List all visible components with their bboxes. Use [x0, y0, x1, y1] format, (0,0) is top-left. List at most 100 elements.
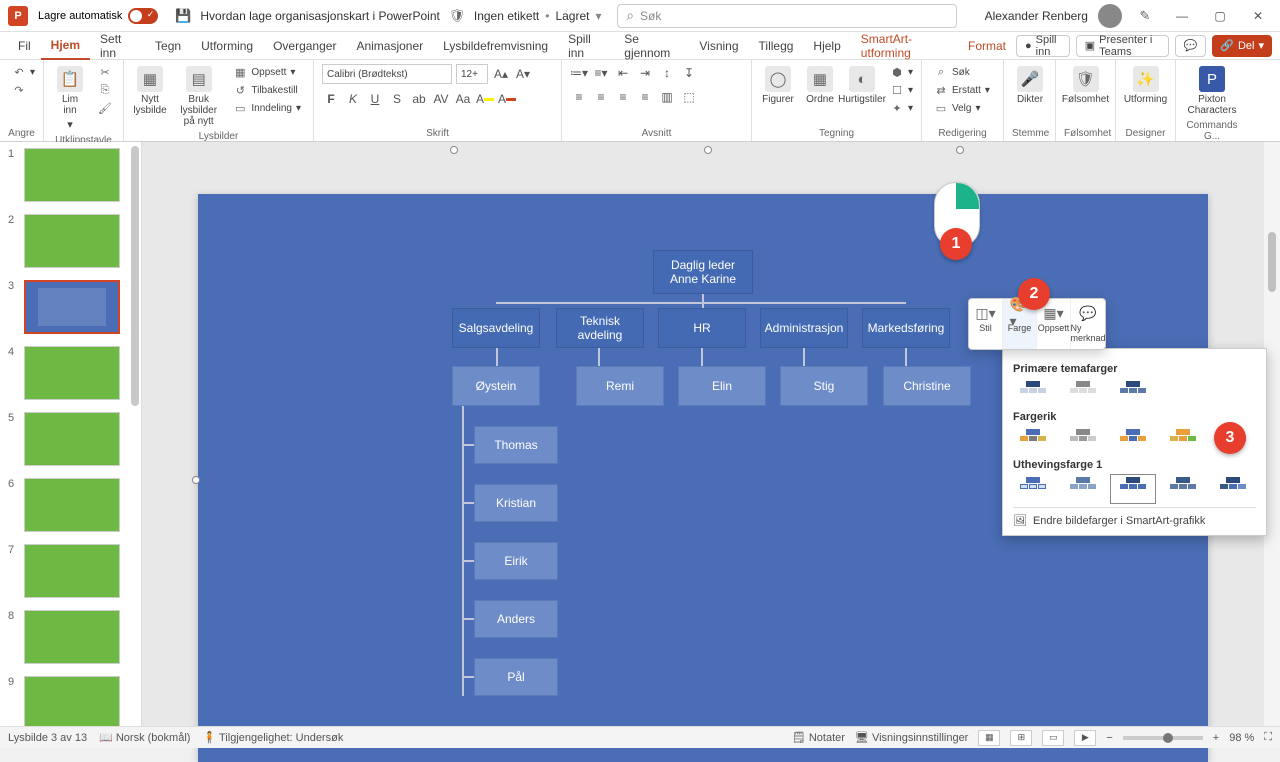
undo-button[interactable]: ↶▾ — [8, 64, 39, 80]
slide-thumb-3[interactable]: 3 — [0, 274, 141, 340]
selection-handle[interactable] — [704, 146, 712, 154]
case-button[interactable]: Aa — [454, 90, 472, 108]
org-node-p1[interactable]: Øystein — [452, 366, 540, 406]
mini-comment-button[interactable]: 💬Ny merknad — [1071, 299, 1105, 349]
theme-swatch-2[interactable] — [1063, 381, 1103, 405]
slide-counter[interactable]: Lysbilde 3 av 13 — [8, 732, 87, 744]
slide-thumb-2[interactable]: 2 — [0, 208, 141, 274]
slide-thumb-5[interactable]: 5 — [0, 406, 141, 472]
label-icon[interactable]: 🛡 — [448, 7, 466, 25]
font-color-button[interactable]: A — [498, 90, 516, 108]
spacing-button[interactable]: AV — [432, 90, 450, 108]
accent-swatch-5[interactable] — [1213, 477, 1253, 501]
highlight-button[interactable]: A — [476, 90, 494, 108]
pen-icon[interactable]: ✎ — [1136, 7, 1154, 25]
selection-handle[interactable] — [956, 146, 964, 154]
replace-button[interactable]: ⇄Erstatt ▾ — [930, 82, 994, 98]
tab-format[interactable]: Format — [958, 32, 1016, 60]
record-button[interactable]: ● Spill inn — [1016, 35, 1070, 57]
org-node-p2[interactable]: Remi — [576, 366, 664, 406]
zoom-out-button[interactable]: − — [1106, 732, 1112, 744]
slide-thumb-4[interactable]: 4 — [0, 340, 141, 406]
tab-design[interactable]: Utforming — [191, 32, 263, 60]
tab-help[interactable]: Hjelp — [803, 32, 850, 60]
slides-scrollbar[interactable] — [131, 146, 139, 526]
accessibility-status[interactable]: 🧍 Tilgjengelighet: Undersøk — [202, 731, 343, 744]
org-node-s3[interactable]: Eirik — [474, 542, 558, 580]
shape-fill-button[interactable]: ⬢▾ — [886, 64, 917, 80]
shape-effects-button[interactable]: ✦▾ — [886, 100, 917, 116]
minimize-button[interactable]: — — [1168, 4, 1196, 28]
org-node-d1[interactable]: Salgsavdeling — [452, 308, 540, 348]
colorful-swatch-2[interactable] — [1063, 429, 1103, 453]
accent-swatch-2[interactable] — [1063, 477, 1103, 501]
tab-transitions[interactable]: Overganger — [263, 32, 346, 60]
tab-insert[interactable]: Sett inn — [90, 32, 145, 60]
colorful-swatch-3[interactable] — [1113, 429, 1153, 453]
new-slide-button[interactable]: ▦Nytt lysbilde — [132, 64, 168, 118]
toggle-switch[interactable] — [128, 8, 158, 24]
org-node-s4[interactable]: Anders — [474, 600, 558, 638]
align-left-button[interactable]: ≡ — [570, 88, 588, 106]
tab-record[interactable]: Spill inn — [558, 32, 614, 60]
shapes-button[interactable]: ◯Figurer — [760, 64, 796, 107]
paste-button[interactable]: 📋Lim inn▾ — [52, 64, 88, 133]
accent-swatch-1[interactable] — [1013, 477, 1053, 501]
line-spacing-button[interactable]: ↕ — [658, 64, 676, 82]
search-input[interactable]: Søk — [617, 4, 957, 28]
layout-button[interactable]: ▦Oppsett ▾ — [229, 64, 305, 80]
align-center-button[interactable]: ≡ — [592, 88, 610, 106]
notes-button[interactable]: 🗒 Notater — [792, 731, 845, 744]
strike-button[interactable]: S — [388, 90, 406, 108]
org-node-d5[interactable]: Markedsføring — [862, 308, 950, 348]
fit-window-button[interactable]: ⛶ — [1264, 731, 1272, 744]
org-node-d3[interactable]: HR — [658, 308, 746, 348]
tab-file[interactable]: Fil — [8, 32, 41, 60]
autosave-toggle[interactable]: Lagre automatisk — [38, 8, 158, 24]
reuse-slides-button[interactable]: ▤Bruk lysbilder på nytt — [174, 64, 223, 129]
bold-button[interactable]: F — [322, 90, 340, 108]
arrange-button[interactable]: ▦Ordne — [802, 64, 838, 107]
sensitivity-button[interactable]: 🛡Følsomhet — [1064, 64, 1107, 107]
comments-button[interactable]: 💬 — [1175, 35, 1207, 57]
dictate-button[interactable]: 🎤Dikter — [1012, 64, 1048, 107]
display-settings-button[interactable]: 🖥 Visningsinnstillinger — [855, 731, 968, 744]
language-status[interactable]: 📖 Norsk (bokmål) — [99, 731, 190, 744]
org-node-p3[interactable]: Elin — [678, 366, 766, 406]
reading-view-button[interactable]: ▭ — [1042, 730, 1064, 746]
org-node-d2[interactable]: Teknisk avdeling — [556, 308, 644, 348]
font-name-combo[interactable]: Calibri (Brødtekst) — [322, 64, 452, 84]
indent-right-button[interactable]: ⇥ — [636, 64, 654, 82]
italic-button[interactable]: K — [344, 90, 362, 108]
quickstyles-button[interactable]: ◐Hurtigstiler — [844, 64, 880, 107]
selection-handle[interactable] — [450, 146, 458, 154]
normal-view-button[interactable]: ▦ — [978, 730, 1000, 746]
colorful-swatch-4[interactable] — [1163, 429, 1203, 453]
slideshow-view-button[interactable]: ▶ — [1074, 730, 1096, 746]
indent-left-button[interactable]: ⇤ — [614, 64, 632, 82]
align-right-button[interactable]: ≡ — [614, 88, 632, 106]
section-button[interactable]: ▭Inndeling ▾ — [229, 100, 305, 116]
designer-button[interactable]: ✨Utforming — [1124, 64, 1167, 107]
redo-button[interactable]: ↷ — [8, 82, 30, 98]
columns-button[interactable]: ▥ — [658, 88, 676, 106]
find-button[interactable]: ⌕Søk — [930, 64, 974, 80]
org-node-p5[interactable]: Christine — [883, 366, 971, 406]
slide-thumb-9[interactable]: 9 — [0, 670, 141, 726]
tab-view[interactable]: Visning — [689, 32, 748, 60]
accent-swatch-3[interactable] — [1113, 477, 1153, 501]
copy-button[interactable]: ⎘ — [94, 82, 116, 98]
slide-thumb-8[interactable]: 8 — [0, 604, 141, 670]
save-icon[interactable]: 💾 — [174, 7, 192, 25]
org-node-d4[interactable]: Administrasjon — [760, 308, 848, 348]
zoom-in-button[interactable]: + — [1213, 732, 1219, 744]
tab-home[interactable]: Hjem — [41, 32, 90, 60]
slide-thumb-7[interactable]: 7 — [0, 538, 141, 604]
share-button[interactable]: 🔗 Del ▾ — [1212, 35, 1272, 57]
select-button[interactable]: ▭Velg ▾ — [930, 100, 985, 116]
increase-font-icon[interactable]: A▴ — [492, 65, 510, 83]
underline-button[interactable]: U — [366, 90, 384, 108]
tab-review[interactable]: Se gjennom — [614, 32, 689, 60]
present-teams-button[interactable]: ▣ Presenter i Teams — [1076, 35, 1169, 57]
change-picture-colors[interactable]: 🖼 Endre bildefarger i SmartArt-grafikk — [1013, 507, 1256, 527]
